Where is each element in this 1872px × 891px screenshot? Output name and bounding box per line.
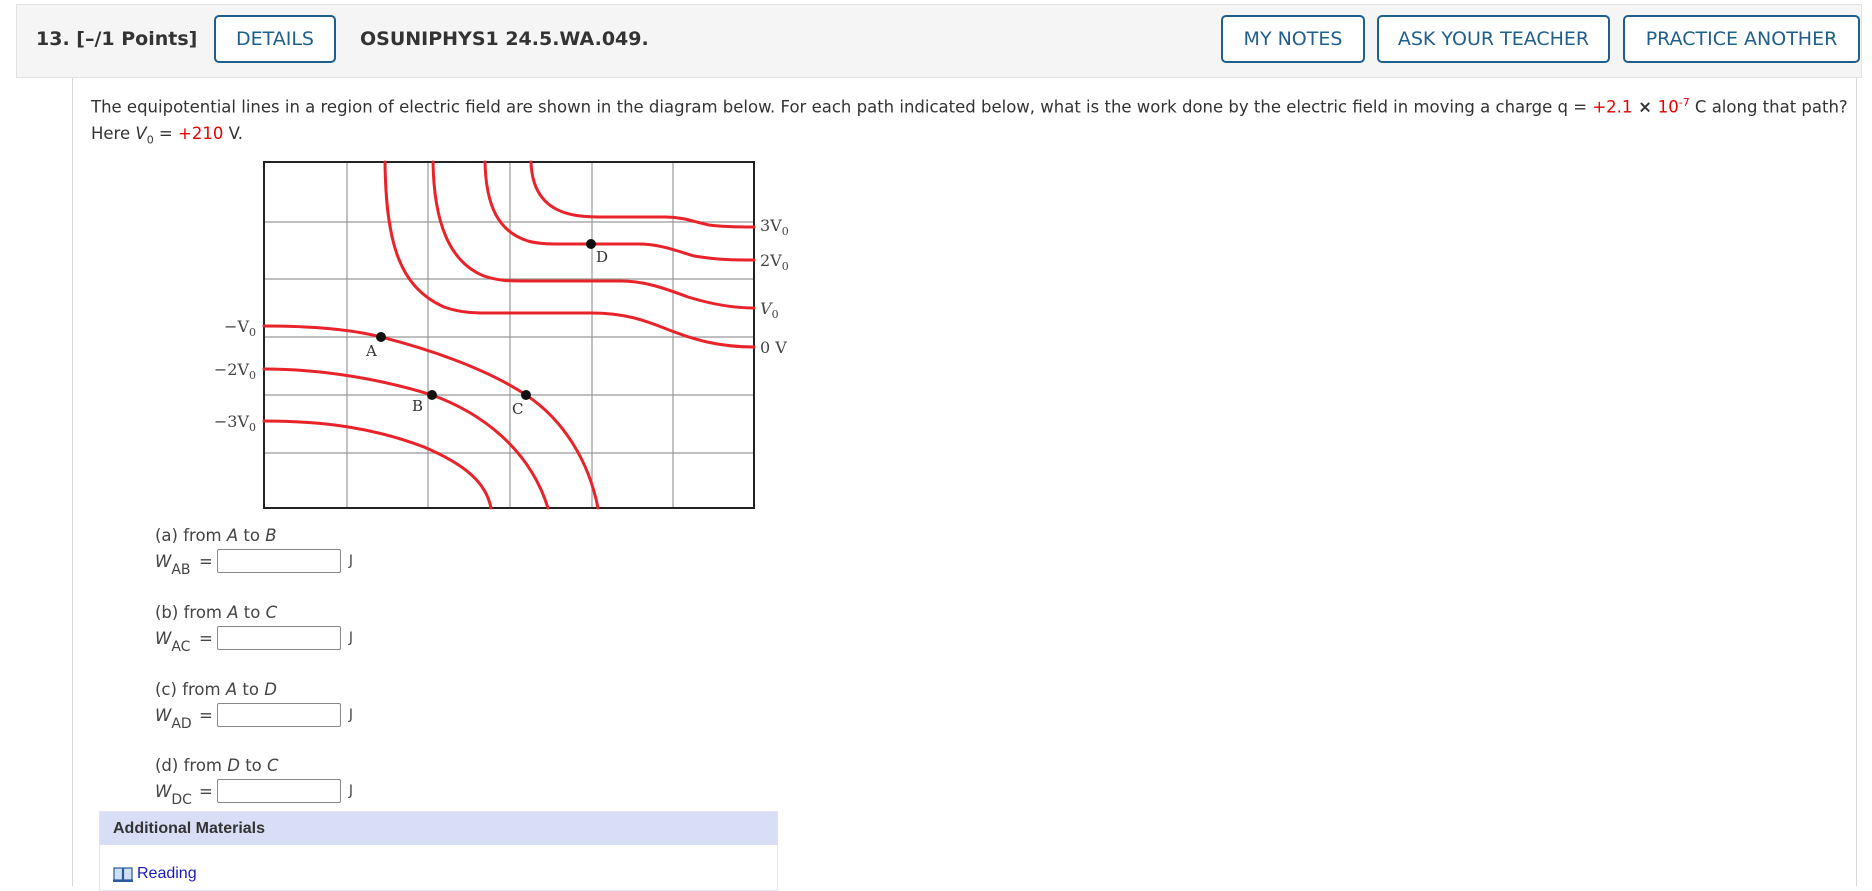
points — [376, 239, 596, 400]
part-d: (d) from D to C WDC = J — [155, 756, 353, 808]
point-c-label: C — [512, 400, 523, 418]
question-id: OSUNIPHYS1 24.5.WA.049. — [360, 28, 649, 50]
w-ac-label: WAC — [155, 628, 191, 655]
equipotential-neg-v0 — [262, 324, 600, 510]
equipotential-3v0 — [529, 160, 756, 229]
label-v0: V0 — [760, 299, 779, 321]
point-d — [586, 239, 596, 249]
w-ad-input[interactable] — [216, 703, 341, 727]
points-label: [–/1 Points] — [76, 28, 198, 50]
charge-value: +2.1 — [1592, 97, 1633, 117]
v0-subscript: 0 — [146, 132, 154, 146]
w-ab-input[interactable] — [216, 549, 341, 573]
part-a-question: (a) from A to B — [155, 526, 277, 545]
label-3v0: 3V0 — [760, 216, 789, 238]
label-2v0: 2V0 — [760, 251, 789, 273]
v0-unit: V. — [223, 123, 243, 143]
prompt-text: The equipotential lines in a region of e… — [91, 97, 1593, 117]
w-ab-label: WAB — [155, 551, 191, 578]
part-d-question: (d) from D to C — [155, 756, 279, 775]
part-b: (b) from A to C WAC = J — [155, 603, 353, 655]
question-number-points: 13. [–/1 Points] — [36, 28, 197, 50]
here-label: Here — [91, 123, 136, 143]
equipotential-neg-2v0 — [262, 367, 550, 510]
point-b — [427, 390, 437, 400]
my-notes-button[interactable]: MY NOTES — [1221, 15, 1365, 63]
label-neg-v0: −V0 — [224, 317, 256, 339]
practice-another-button[interactable]: PRACTICE ANOTHER — [1623, 15, 1860, 63]
reading-link[interactable]: Reading — [113, 865, 197, 883]
label-neg-3v0: −3V0 — [214, 412, 256, 434]
w-dc-unit: J — [348, 783, 353, 799]
part-c: (c) from A to D WAD = J — [155, 680, 353, 732]
charge-base: 10 — [1657, 97, 1679, 117]
w-dc-input[interactable] — [216, 779, 341, 803]
v0-symbol: V — [135, 123, 147, 143]
ask-your-teacher-button[interactable]: ASK YOUR TEACHER — [1377, 15, 1610, 63]
w-ad-unit: J — [348, 707, 353, 723]
point-a-label: A — [365, 342, 377, 360]
equipotential-0v — [383, 160, 756, 349]
point-c — [521, 390, 531, 400]
details-button[interactable]: DETAILS — [214, 15, 336, 63]
problem-statement: The equipotential lines in a region of e… — [91, 90, 1851, 153]
v0-value: +210 — [178, 123, 224, 143]
w-ac-unit: J — [348, 630, 353, 646]
part-c-question: (c) from A to D — [155, 680, 277, 699]
equals: = — [153, 123, 179, 143]
content-right-border — [1856, 78, 1857, 886]
question-number: 13. — [36, 28, 70, 50]
equipotential-2v0 — [483, 160, 756, 262]
point-b-label: B — [412, 397, 423, 415]
point-a — [376, 332, 386, 342]
book-icon — [113, 866, 133, 882]
label-0v: 0 V — [760, 338, 787, 357]
content-left-border — [72, 78, 73, 886]
part-b-question: (b) from A to C — [155, 603, 278, 622]
additional-materials-title: Additional Materials — [100, 812, 777, 845]
point-d-label: D — [596, 248, 608, 266]
equipotential-v0 — [431, 160, 756, 310]
reading-label[interactable]: Reading — [137, 865, 197, 883]
prompt-text-2: C along that path? — [1689, 97, 1848, 117]
additional-materials-panel: Additional Materials Reading — [99, 811, 778, 891]
w-dc-label: WDC — [155, 781, 192, 808]
w-ab-unit: J — [348, 553, 353, 569]
w-ac-input[interactable] — [216, 626, 341, 650]
w-ad-label: WAD — [155, 705, 192, 732]
label-neg-2v0: −2V0 — [214, 360, 256, 382]
times-sign: × — [1632, 97, 1658, 117]
equipotential-diagram: A B C D 3V0 2V0 V0 0 V −V0 −2V0 −3V0 — [214, 160, 789, 510]
equipotential-neg-3v0 — [262, 419, 493, 510]
part-a: (a) from A to B WAB = J — [155, 526, 353, 578]
charge-exponent: -7 — [1678, 96, 1690, 109]
